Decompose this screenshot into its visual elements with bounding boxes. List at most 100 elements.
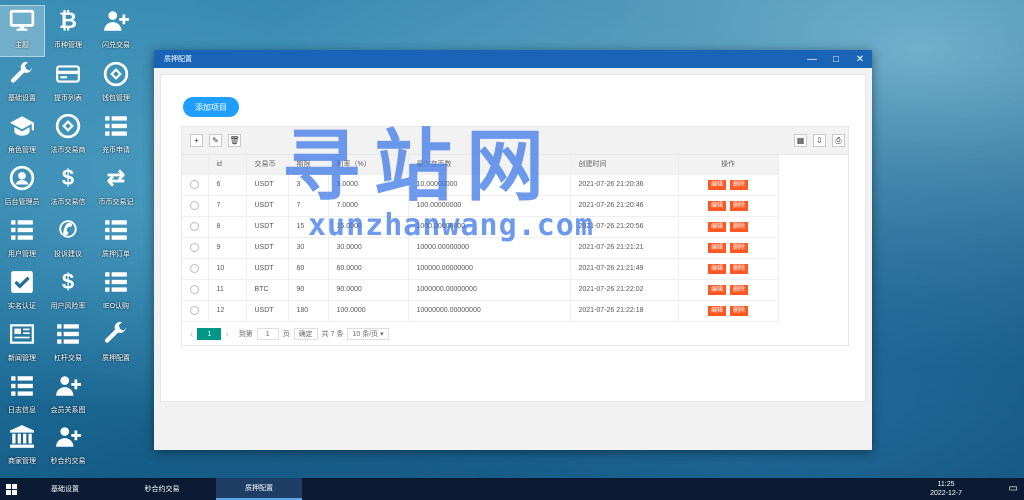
edit-icon[interactable]: ✎ bbox=[209, 134, 222, 147]
table-row[interactable]: 8 USDT 15 15.0000 1000.00000000 2021-07-26 21… bbox=[182, 216, 779, 238]
close-button[interactable]: ✕ bbox=[848, 50, 872, 68]
table-row[interactable]: 12 USDT 180 100.0000 10000000.00000000 2021-0… bbox=[182, 300, 779, 322]
table-row[interactable]: 9 USDT 30 30.0000 10000.00000000 2021-07-26 2… bbox=[182, 237, 779, 259]
header-coin[interactable]: 交易币 bbox=[246, 155, 289, 175]
maximize-button[interactable]: □ bbox=[824, 50, 848, 68]
row-actions-cell: 编辑 删除 bbox=[678, 174, 779, 196]
cell-id: 8 bbox=[208, 216, 247, 238]
export-icon[interactable]: ⇩ bbox=[813, 134, 826, 147]
header-term[interactable]: 期限 bbox=[288, 155, 329, 175]
dollar-icon: $ bbox=[61, 269, 75, 294]
table-row[interactable]: 10 USDT 60 60.0000 100000.00000000 2021-07-26… bbox=[182, 258, 779, 280]
desktop-icon-admins[interactable]: 后台管理员 bbox=[0, 163, 44, 213]
desktop-icon-leverage[interactable]: 杠杆交易 bbox=[46, 319, 90, 369]
desktop-icon-logs[interactable]: 日志信息 bbox=[0, 371, 44, 421]
taskbar-task-seconds-contract[interactable]: 秒合约交易 bbox=[119, 478, 205, 500]
desktop-icon-complaints[interactable]: ✆ 投诉建议 bbox=[46, 215, 90, 265]
desktop-icon-member-graph[interactable]: 会员关系图 bbox=[46, 371, 90, 421]
row-edit-button[interactable]: 编辑 bbox=[707, 284, 726, 295]
header-id[interactable]: id bbox=[208, 155, 247, 175]
cell-coin: USDT bbox=[246, 258, 289, 280]
table-row[interactable]: 11 BTC 90 90.0000 1000000.00000000 2021-07-26… bbox=[182, 279, 779, 301]
desktop-icon-wallet[interactable]: 钱包管理 bbox=[94, 59, 138, 109]
desktop-icon-pledge-orders[interactable]: 质押订单 bbox=[94, 215, 138, 265]
credit-card-icon bbox=[53, 59, 83, 89]
cell-min-amount: 10000.00000000 bbox=[408, 237, 571, 259]
row-edit-button[interactable]: 编辑 bbox=[707, 305, 726, 316]
desktop-icon-coin-trade-records[interactable]: ⇄ 币币交易记 bbox=[94, 163, 138, 213]
desktop-icon-fiat-merchant[interactable]: 法币交易商 bbox=[46, 111, 90, 161]
columns-icon[interactable]: ▦ bbox=[794, 134, 807, 147]
next-page-button[interactable]: › bbox=[225, 329, 228, 340]
goto-confirm-button[interactable]: 确定 bbox=[293, 328, 318, 340]
pledge-table: id 交易币 期限 利率（%） 最少存币数 创建时间 操作 6 USDT 3 3.00… bbox=[182, 155, 779, 322]
add-icon[interactable]: + bbox=[190, 134, 203, 147]
desktop-icon-realname[interactable]: 实名认证 bbox=[0, 267, 44, 317]
desktop-icon-seconds-contract[interactable]: 秒合约交易 bbox=[46, 422, 90, 472]
row-edit-button[interactable]: 编辑 bbox=[707, 242, 726, 253]
desktop-icon-deposit-request[interactable]: 充币申请 bbox=[94, 111, 138, 161]
desktop-icon-currency[interactable]: ₿ 币种管理 bbox=[46, 6, 90, 56]
desktop-icon-news[interactable]: 新闻管理 bbox=[0, 319, 44, 369]
row-delete-button[interactable]: 删除 bbox=[730, 200, 749, 211]
cell-id: 9 bbox=[208, 237, 247, 259]
phone-icon: ✆ bbox=[58, 217, 78, 242]
row-radio[interactable] bbox=[190, 285, 200, 294]
main-panel: 添加项目 + ✎ 🗑 ▦ ⇩ ⎙ id 交易币 期限 利率（%） 最少存币数 创… bbox=[160, 74, 866, 402]
desktop-icon-pledge-config[interactable]: 质押配置 bbox=[94, 319, 138, 369]
row-edit-button[interactable]: 编辑 bbox=[707, 200, 726, 211]
print-icon[interactable]: ⎙ bbox=[832, 134, 845, 147]
goto-page-input[interactable]: 1 bbox=[256, 328, 279, 340]
desktop-icon-roles[interactable]: 角色管理 bbox=[0, 111, 44, 161]
table-row[interactable]: 6 USDT 3 3.0000 10.00000000 2021-07-26 21:20:… bbox=[182, 174, 779, 196]
desktop-icon-basic-settings[interactable]: 基础设置 bbox=[0, 59, 44, 109]
notification-icon[interactable]: ▭ bbox=[1009, 483, 1018, 494]
minimize-button[interactable]: — bbox=[800, 50, 824, 68]
prev-page-button[interactable]: ‹ bbox=[190, 329, 193, 340]
row-radio[interactable] bbox=[190, 243, 200, 252]
cell-term: 90 bbox=[288, 279, 329, 301]
row-radio[interactable] bbox=[190, 180, 200, 189]
desktop-icon-withdraw-list[interactable]: 提币列表 bbox=[46, 59, 90, 109]
header-rate[interactable]: 利率（%） bbox=[328, 155, 409, 175]
taskbar-clock[interactable]: 11:25 2022-12-7 bbox=[930, 480, 962, 498]
desktop-icon-ieo[interactable]: IEO认购 bbox=[94, 267, 138, 317]
row-delete-button[interactable]: 删除 bbox=[730, 221, 749, 232]
row-radio[interactable] bbox=[190, 201, 200, 210]
header-created[interactable]: 创建时间 bbox=[570, 155, 679, 175]
desktop-icon-users[interactable]: 用户管理 bbox=[0, 215, 44, 265]
row-radio[interactable] bbox=[190, 306, 200, 315]
desktop-icon-fiat-trade-info[interactable]: $ 法币交易信 bbox=[46, 163, 90, 213]
current-page-button[interactable]: 1 bbox=[197, 328, 222, 340]
desktop-icon-merchants[interactable]: 商家管理 bbox=[0, 422, 44, 472]
row-radio[interactable] bbox=[190, 222, 200, 231]
desktop-icon-flash-trade[interactable]: 闪兑交易 bbox=[94, 6, 138, 56]
add-item-button[interactable]: 添加项目 bbox=[183, 97, 239, 117]
row-edit-button[interactable]: 编辑 bbox=[707, 179, 726, 190]
windows-start-button[interactable] bbox=[0, 478, 22, 500]
list-icon bbox=[53, 319, 83, 349]
row-delete-button[interactable]: 删除 bbox=[730, 263, 749, 274]
cell-created: 2021-07-26 21:22:02 bbox=[570, 279, 679, 301]
row-radio[interactable] bbox=[190, 264, 200, 273]
window-titlebar[interactable]: 质押配置 — □ ✕ bbox=[154, 50, 872, 68]
taskbar-task-pledge-config[interactable]: 质押配置 bbox=[216, 478, 302, 500]
page-size-select[interactable]: 10 条/页 ▾ bbox=[347, 328, 389, 340]
desktop-icon-risk-rate[interactable]: $ 用户风险率 bbox=[46, 267, 90, 317]
taskbar-task-basic-settings[interactable]: 基础设置 bbox=[22, 478, 108, 500]
row-edit-button[interactable]: 编辑 bbox=[707, 263, 726, 274]
desktop-icon-theme[interactable]: 主题 bbox=[0, 5, 45, 57]
header-min-amount[interactable]: 最少存币数 bbox=[408, 155, 571, 175]
row-select-cell bbox=[182, 279, 209, 301]
row-delete-button[interactable]: 删除 bbox=[730, 305, 749, 316]
row-delete-button[interactable]: 删除 bbox=[730, 284, 749, 295]
wrench-icon bbox=[101, 319, 131, 349]
window-content: 添加项目 + ✎ 🗑 ▦ ⇩ ⎙ id 交易币 期限 利率（%） 最少存币数 创… bbox=[154, 68, 872, 450]
row-delete-button[interactable]: 删除 bbox=[730, 179, 749, 190]
table-row[interactable]: 7 USDT 7 7.0000 100.00000000 2021-07-26 21:20… bbox=[182, 195, 779, 217]
row-delete-button[interactable]: 删除 bbox=[730, 242, 749, 253]
goto-label: 到第 bbox=[238, 331, 253, 338]
row-edit-button[interactable]: 编辑 bbox=[707, 221, 726, 232]
trash-icon[interactable]: 🗑 bbox=[228, 134, 241, 147]
cell-created: 2021-07-26 21:22:18 bbox=[570, 300, 679, 322]
